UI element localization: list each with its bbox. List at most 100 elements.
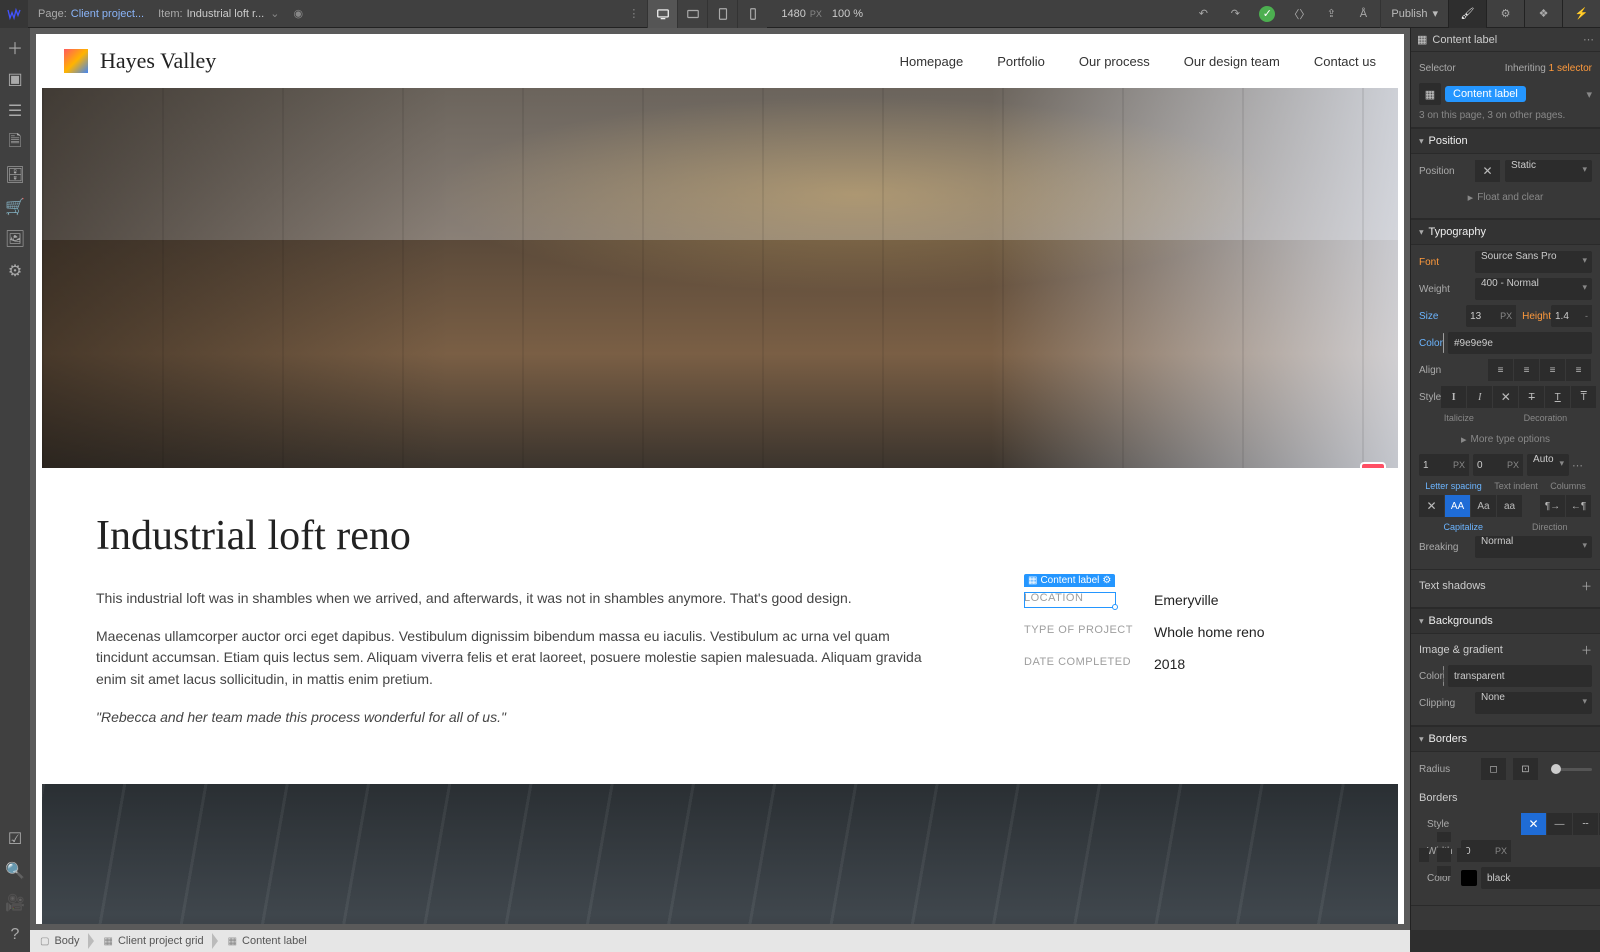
- lineheight-unit[interactable]: -: [1581, 305, 1592, 327]
- border-bottom-icon[interactable]: [1437, 866, 1451, 876]
- text-indent-unit[interactable]: PX: [1503, 454, 1523, 476]
- size-unit[interactable]: PX: [1496, 305, 1516, 327]
- text-indent-input[interactable]: [1473, 454, 1503, 476]
- meta-value-date[interactable]: 2018: [1154, 656, 1185, 672]
- settings-icon[interactable]: ⚙: [0, 256, 30, 286]
- dynamic-binding-badge-icon[interactable]: [1362, 464, 1384, 468]
- content-label-type[interactable]: TYPE OF PROJECT: [1024, 624, 1154, 636]
- position-select[interactable]: Static: [1505, 160, 1592, 182]
- device-tablet-landscape[interactable]: [677, 0, 707, 28]
- hero-image[interactable]: [42, 88, 1398, 468]
- symbols-icon[interactable]: ▣: [0, 64, 30, 94]
- selector-expand-icon[interactable]: ▾: [1586, 88, 1592, 101]
- cms-icon[interactable]: 🗄: [0, 160, 30, 190]
- nav-link-team[interactable]: Our design team: [1184, 54, 1280, 69]
- bg-color-swatch[interactable]: [1443, 666, 1444, 686]
- border-all-icon[interactable]: [1437, 848, 1451, 862]
- meta-value-location[interactable]: Emeryville: [1154, 592, 1219, 608]
- navigator-icon[interactable]: ☰: [0, 96, 30, 126]
- project-paragraph-2[interactable]: Maecenas ullamcorper auctor orci eget da…: [96, 626, 934, 691]
- device-tablet[interactable]: [707, 0, 737, 28]
- item-chevron-icon[interactable]: ⌄: [270, 7, 279, 20]
- site-brand[interactable]: Hayes Valley: [100, 48, 216, 74]
- size-input[interactable]: [1466, 305, 1496, 327]
- style-none-icon[interactable]: ✕: [1493, 386, 1519, 408]
- dir-ltr-icon[interactable]: ¶→: [1540, 495, 1566, 517]
- weight-select[interactable]: 400 - Normal: [1475, 278, 1592, 300]
- pages-icon[interactable]: 🗎: [0, 128, 30, 158]
- tab-interactions-icon[interactable]: ❖: [1524, 0, 1562, 28]
- nav-link-process[interactable]: Our process: [1079, 54, 1150, 69]
- letter-spacing-unit[interactable]: PX: [1449, 454, 1469, 476]
- kebab-menu-icon[interactable]: ⋮: [628, 7, 639, 20]
- font-select[interactable]: Source Sans Pro: [1475, 251, 1592, 273]
- site-logo-icon[interactable]: [64, 49, 88, 73]
- radius-individual-icon[interactable]: ⊡: [1513, 758, 1539, 780]
- device-mobile[interactable]: [737, 0, 767, 28]
- panel-menu-icon[interactable]: ⋯: [1583, 33, 1594, 46]
- style-italic-icon[interactable]: I: [1467, 386, 1493, 408]
- publish-button[interactable]: Publish▾: [1380, 0, 1448, 28]
- border-top-icon[interactable]: [1437, 832, 1451, 842]
- search-icon[interactable]: 🔍: [0, 856, 30, 886]
- border-color-swatch[interactable]: [1461, 870, 1477, 886]
- border-right-icon[interactable]: [1457, 848, 1467, 862]
- align-right-icon[interactable]: ≡: [1540, 359, 1566, 381]
- crumb-content-label[interactable]: ▦Content label: [218, 930, 321, 952]
- border-dashed-icon[interactable]: ╌: [1573, 813, 1599, 835]
- style-regular-icon[interactable]: I: [1441, 386, 1467, 408]
- position-reset-icon[interactable]: ✕: [1475, 160, 1501, 182]
- audit-check-icon[interactable]: ☑: [0, 824, 30, 854]
- export-icon[interactable]: ⇪: [1316, 0, 1346, 28]
- nav-link-portfolio[interactable]: Portfolio: [997, 54, 1045, 69]
- align-justify-icon[interactable]: ≡: [1566, 359, 1592, 381]
- crumb-grid[interactable]: ▦Client project grid: [94, 930, 218, 952]
- color-swatch[interactable]: [1443, 333, 1444, 353]
- border-solid-icon[interactable]: —: [1547, 813, 1573, 835]
- item-name[interactable]: Industrial loft r...: [187, 8, 265, 20]
- help-icon[interactable]: ?: [0, 920, 30, 950]
- device-desktop[interactable]: [647, 0, 677, 28]
- border-color-input[interactable]: [1481, 867, 1600, 889]
- dir-rtl-icon[interactable]: ←¶: [1566, 495, 1592, 517]
- selection-gear-icon[interactable]: ⚙: [1102, 575, 1111, 586]
- secondary-image[interactable]: [42, 784, 1398, 924]
- project-paragraph-1[interactable]: This industrial loft was in shambles whe…: [96, 588, 934, 610]
- selection-badge[interactable]: ▦ Content label ⚙: [1024, 574, 1115, 587]
- border-width-unit[interactable]: PX: [1491, 840, 1511, 862]
- section-backgrounds[interactable]: Backgrounds: [1411, 608, 1600, 634]
- bg-color-input[interactable]: [1448, 665, 1592, 687]
- cap-uppercase-icon[interactable]: AA: [1445, 495, 1471, 517]
- decoration-overline-icon[interactable]: T: [1571, 386, 1597, 408]
- crumb-body[interactable]: ▢Body: [30, 930, 94, 952]
- audit-icon[interactable]: Å: [1348, 0, 1378, 28]
- redo-icon[interactable]: ↷: [1220, 0, 1250, 28]
- ecommerce-icon[interactable]: 🛒: [0, 192, 30, 222]
- add-element-icon[interactable]: ＋: [0, 32, 30, 62]
- inheriting-info[interactable]: Inheriting 1 selector: [1505, 63, 1592, 74]
- status-ok-icon[interactable]: ✓: [1252, 0, 1282, 28]
- undo-icon[interactable]: ↶: [1188, 0, 1218, 28]
- bg-clip-select[interactable]: None: [1475, 692, 1592, 714]
- lineheight-input[interactable]: [1551, 305, 1581, 327]
- add-shadow-icon[interactable]: ＋: [1581, 578, 1592, 594]
- tab-settings-gear-icon[interactable]: ⚙: [1486, 0, 1524, 28]
- cap-none-icon[interactable]: ✕: [1419, 495, 1445, 517]
- radius-uniform-icon[interactable]: ◻: [1481, 758, 1507, 780]
- webflow-logo[interactable]: [0, 0, 28, 28]
- cap-lowercase-icon[interactable]: aa: [1497, 495, 1523, 517]
- align-left-icon[interactable]: ≡: [1488, 359, 1514, 381]
- section-borders[interactable]: Borders: [1411, 726, 1600, 752]
- content-label-date[interactable]: DATE COMPLETED: [1024, 656, 1154, 668]
- section-typography[interactable]: Typography: [1411, 219, 1600, 245]
- nav-link-contact[interactable]: Contact us: [1314, 54, 1376, 69]
- project-quote[interactable]: "Rebecca and her team made this process …: [96, 707, 934, 729]
- page-name[interactable]: Client project...: [71, 8, 144, 20]
- color-input[interactable]: [1448, 332, 1592, 354]
- video-help-icon[interactable]: 🎥: [0, 888, 30, 918]
- border-none-icon[interactable]: ✕: [1521, 813, 1547, 835]
- letter-spacing-input[interactable]: [1419, 454, 1449, 476]
- selector-type-icon[interactable]: ▦: [1419, 83, 1441, 105]
- columns-more-icon[interactable]: ⋯: [1572, 459, 1583, 472]
- code-icon[interactable]: 〈〉: [1284, 0, 1314, 28]
